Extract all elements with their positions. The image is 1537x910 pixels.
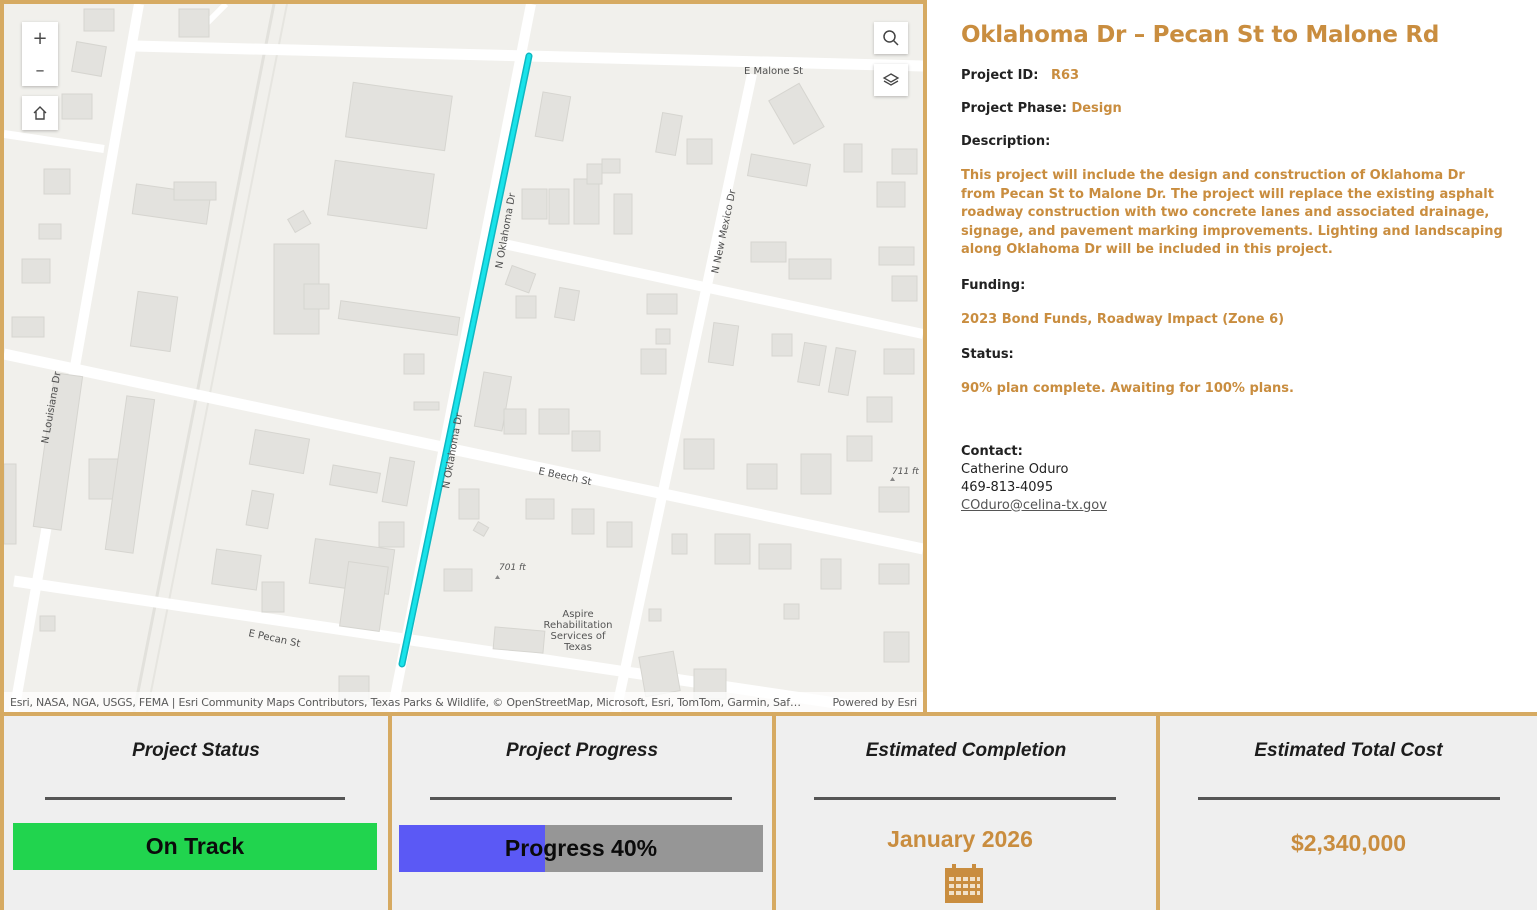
poi-label: Services of [551, 631, 606, 642]
status-text: 90% plan complete. Awaiting for 100% pla… [961, 381, 1294, 396]
status-indicator: On Track [13, 823, 377, 870]
project-phase-label: Project Phase: [961, 101, 1067, 116]
estimated-completion-card: Estimated Completion January 2026 [772, 716, 1156, 910]
progress-bar: Progress 40% [399, 825, 763, 872]
project-status-card: Project Status On Track [0, 716, 388, 910]
zoom-controls: + – [22, 22, 58, 86]
status-label: Status: [961, 347, 1014, 362]
project-id-label: Project ID: [961, 68, 1039, 83]
layers-icon [882, 73, 900, 86]
total-cost-value: $2,340,000 [1290, 830, 1407, 856]
contact-email-link[interactable]: COduro@celina-tx.gov [961, 498, 1107, 513]
card-title: Estimated Completion [865, 740, 1067, 761]
progress-label: Progress 40% [504, 835, 658, 861]
description-text: This project will include the design and… [961, 168, 1503, 257]
divider [430, 797, 732, 800]
contact-phone: 469-813-4095 [961, 479, 1054, 495]
project-details-panel: Oklahoma Dr – Pecan St to Malone Rd Proj… [927, 0, 1537, 716]
poi-label: Rehabilitation [543, 620, 612, 631]
divider [1198, 797, 1500, 800]
poi-label: Texas [563, 642, 592, 653]
search-button[interactable] [874, 22, 908, 54]
basemap[interactable]: E Malone St N Oklahoma Dr N Oklahoma Dr … [4, 4, 923, 712]
elevation-label: 701 ft [499, 563, 526, 573]
map-attribution: Esri, NASA, NGA, USGS, FEMA | Esri Commu… [4, 692, 923, 712]
status-value: On Track [145, 833, 245, 859]
attribution-text: Esri, NASA, NGA, USGS, FEMA | Esri Commu… [10, 695, 801, 709]
divider [45, 797, 345, 800]
project-id-value: R63 [1050, 68, 1080, 83]
map-view[interactable]: E Malone St N Oklahoma Dr N Oklahoma Dr … [0, 0, 927, 716]
project-title: Oklahoma Dr – Pecan St to Malone Rd [961, 22, 1439, 48]
funding-text: 2023 Bond Funds, Roadway Impact (Zone 6) [961, 311, 1285, 327]
description-label: Description: [961, 134, 1051, 149]
contact-name: Catherine Oduro [961, 461, 1069, 477]
completion-date: January 2026 [887, 826, 1033, 852]
contact-label: Contact: [961, 443, 1023, 459]
calendar-icon [945, 864, 983, 903]
card-title: Project Progress [505, 740, 659, 761]
zoom-out-button[interactable]: – [22, 54, 58, 86]
card-title: Estimated Total Cost [1254, 740, 1443, 761]
divider [814, 797, 1116, 800]
search-icon [883, 30, 899, 46]
elevation-label: 711 ft [892, 467, 919, 477]
card-title: Project Status [132, 740, 260, 761]
poi-label: Aspire [562, 609, 593, 620]
zoom-out-icon: – [35, 59, 45, 81]
estimated-total-cost-card: Estimated Total Cost $2,340,000 [1156, 716, 1537, 910]
home-icon [33, 106, 47, 120]
funding-label: Funding: [961, 277, 1026, 293]
zoom-in-icon: + [32, 27, 48, 49]
project-id-row: Project ID: R63 [961, 68, 1503, 83]
project-phase-row: Project Phase: Design [961, 101, 1503, 116]
project-progress-card: Project Progress Progress 40% [388, 716, 772, 910]
layers-button[interactable] [874, 64, 908, 96]
home-button[interactable] [22, 96, 58, 130]
powered-by-esri-link[interactable]: Powered by Esri [832, 696, 917, 709]
zoom-in-button[interactable]: + [22, 22, 58, 54]
project-phase-value: Design [1071, 101, 1122, 116]
street-label-e-malone: E Malone St [744, 66, 803, 77]
summary-cards: Project Status On Track Project Progress… [0, 712, 1537, 910]
contact-block: Contact: Catherine Oduro 469-813-4095 CO… [961, 443, 1503, 515]
